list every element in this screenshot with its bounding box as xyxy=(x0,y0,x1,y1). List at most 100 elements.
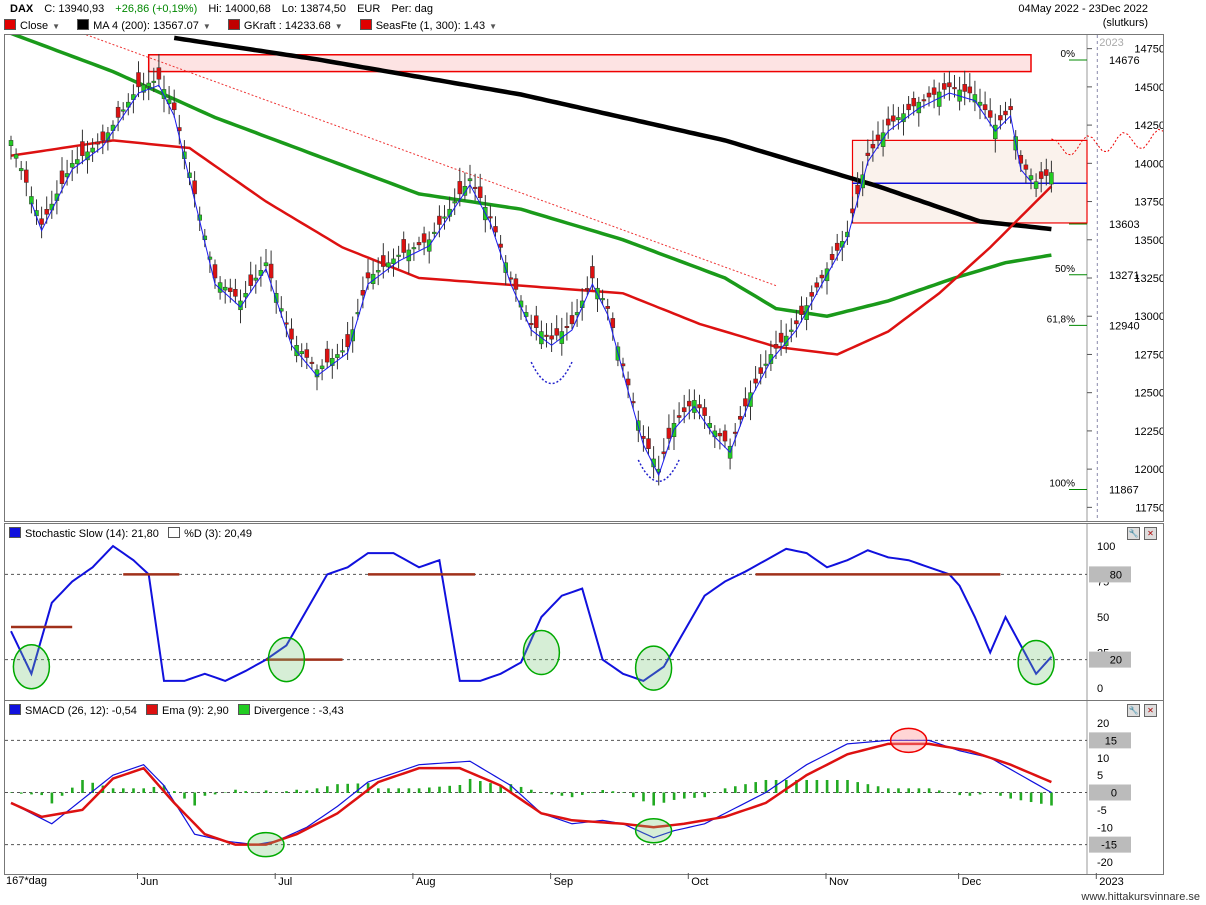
histogram-bar xyxy=(315,788,319,793)
month-label: 2023 xyxy=(1099,876,1123,888)
candle-body xyxy=(732,431,738,434)
candle-body xyxy=(1038,171,1044,179)
month-label: Oct xyxy=(691,876,708,888)
candle-body xyxy=(554,328,559,336)
legend-label: MA 4 (200): 13567.07 xyxy=(93,20,199,32)
candle-body xyxy=(467,178,473,182)
price-pane[interactable]: 11750 12000 12250 12500 12750 13000 13250 13500… xyxy=(4,34,1164,522)
macd-div-label: Divergence : -3,43 xyxy=(253,705,344,717)
legend-close[interactable]: Close ▼ xyxy=(4,19,60,32)
candle-body xyxy=(319,365,325,369)
macd-pane[interactable]: SMACD (26, 12): -0,54 Ema (9): 2,90 Dive… xyxy=(4,700,1164,875)
candle-body xyxy=(819,274,825,279)
candle-body xyxy=(605,306,610,309)
candle-body xyxy=(442,216,447,219)
close-icon[interactable]: ✕ xyxy=(1144,704,1157,717)
candle-body xyxy=(865,152,871,156)
signal-circle xyxy=(12,643,51,690)
stoch-legend: Stochastic Slow (14): 21,80 %D (3): 20,4… xyxy=(9,527,252,540)
candle-body xyxy=(911,98,916,107)
candle-body xyxy=(222,286,228,291)
chevron-down-icon[interactable]: ▼ xyxy=(489,22,497,31)
chevron-down-icon[interactable]: ▼ xyxy=(335,22,343,31)
histogram-bar xyxy=(183,792,186,799)
stochastic-pane[interactable]: Stochastic Slow (14): 21,80 %D (3): 20,4… xyxy=(4,523,1164,701)
candle-body xyxy=(365,272,371,279)
histogram-bar xyxy=(1050,792,1053,806)
histogram-bar xyxy=(601,789,604,793)
legend-swatch xyxy=(168,527,181,538)
histogram-bar xyxy=(744,784,747,793)
settings-icon[interactable]: 🔧 xyxy=(1127,527,1140,540)
settings-icon[interactable]: 🔧 xyxy=(1127,704,1140,717)
histogram-bar xyxy=(611,791,615,793)
candle-body xyxy=(212,264,218,279)
price-chart: 1175012000122501250012750130001325013500… xyxy=(8,35,1163,521)
stoch-d-label: %D (3): 20,49 xyxy=(184,528,252,540)
y-tick-label: 20 xyxy=(1097,718,1109,730)
candle-body xyxy=(697,404,702,409)
histogram-bar xyxy=(968,792,972,796)
candle-body xyxy=(75,159,80,165)
macd-legend: SMACD (26, 12): -0,54 Ema (9): 2,90 Dive… xyxy=(9,704,344,717)
candle-body xyxy=(789,329,794,332)
candle-body xyxy=(687,400,692,407)
histogram-bar xyxy=(917,788,921,793)
candle-body xyxy=(814,282,820,288)
histogram-bar xyxy=(60,792,64,796)
pattern-arc xyxy=(530,361,573,384)
candle-body xyxy=(977,101,983,106)
high-value: Hi: 14000,68 xyxy=(208,3,271,15)
histogram-bar xyxy=(642,792,645,802)
histogram-bar xyxy=(550,792,553,795)
candle-body xyxy=(1033,181,1039,189)
fib-value: 13603 xyxy=(1109,219,1140,231)
legend-swatch xyxy=(237,704,250,715)
histogram-bar xyxy=(815,779,819,793)
close-icon[interactable]: ✕ xyxy=(1144,527,1157,540)
fib-percent: 0% xyxy=(1061,49,1076,60)
candle-body xyxy=(712,430,718,438)
histogram-bar xyxy=(958,792,961,796)
candle-body xyxy=(834,242,840,251)
chevron-down-icon[interactable]: ▼ xyxy=(203,22,211,31)
chart-header: DAX C: 13940,93 +26,86 (+0,19%) Hi: 1400… xyxy=(0,0,1206,34)
level-label: 15 xyxy=(1105,735,1117,747)
candle-body xyxy=(549,335,554,340)
candle-body xyxy=(24,169,29,183)
candle-body xyxy=(590,266,595,279)
legend-swatch xyxy=(9,704,21,715)
candle-body xyxy=(544,334,549,337)
site-credit: www.hittakursvinnare.se xyxy=(1081,891,1200,903)
legend-ma200[interactable]: MA 4 (200): 13567.07 ▼ xyxy=(77,19,211,32)
y-tick-label: 100 xyxy=(1097,541,1115,553)
legend-gkraft[interactable]: GKraft : 14233.68 ▼ xyxy=(227,19,343,32)
histogram-bar xyxy=(417,788,421,793)
candle-body xyxy=(391,258,396,265)
legend-swatch xyxy=(77,19,90,30)
candle-body xyxy=(386,262,391,268)
histogram-bar xyxy=(254,792,258,793)
candle-body xyxy=(534,315,539,328)
y-tick-label: 14750 xyxy=(1134,44,1163,56)
histogram-bar xyxy=(407,788,411,793)
days-label: 167*dag xyxy=(6,875,47,887)
candle-body xyxy=(702,407,707,416)
candle-body xyxy=(44,209,49,215)
candle-body xyxy=(921,99,927,102)
candle-body xyxy=(564,326,570,329)
chevron-down-icon[interactable]: ▼ xyxy=(52,22,60,31)
candle-body xyxy=(488,216,493,219)
legend: Close ▼ MA 4 (200): 13567.07 ▼ GKraft : 14… xyxy=(4,19,511,32)
histogram-bar xyxy=(346,783,349,793)
legend-seasfte[interactable]: SeasFte (1, 300): 1.43 ▼ xyxy=(359,19,497,32)
histogram-bar xyxy=(723,788,727,793)
histogram-bar xyxy=(305,790,309,793)
candle-body xyxy=(1028,175,1034,180)
candle-body xyxy=(289,328,294,340)
candle-body xyxy=(253,277,259,281)
y-tick-label: -5 xyxy=(1097,805,1107,817)
candle-body xyxy=(528,323,534,326)
candle-body xyxy=(773,344,779,349)
fib-value: 12940 xyxy=(1109,320,1140,332)
